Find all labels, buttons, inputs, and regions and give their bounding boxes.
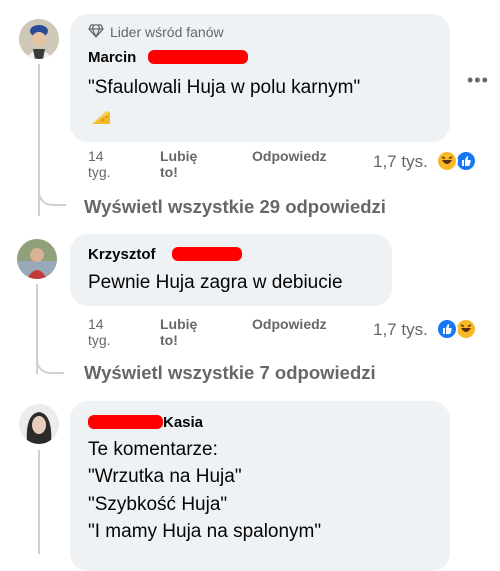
comment-line: "Szybkość Huja"	[88, 494, 228, 515]
like-icon	[436, 318, 458, 340]
comment-author[interactable]: Kasia	[163, 414, 203, 431]
view-replies-link[interactable]: Wyświetl wszystkie 7 odpowiedzi	[84, 362, 376, 384]
avatar-krzysztof[interactable]	[17, 239, 57, 279]
comment-time[interactable]: 14 tyg.	[88, 316, 118, 348]
reactions-count[interactable]: 1,7 tys.	[373, 320, 428, 340]
redaction-mark	[88, 415, 163, 429]
comment-text: Pewnie Huja zagra w debiucie	[88, 272, 343, 293]
fan-badge-icon	[88, 23, 104, 44]
like-icon	[455, 150, 477, 172]
avatar-marcin-image	[19, 19, 59, 59]
haha-icon	[455, 318, 477, 340]
thread-connector	[38, 180, 66, 206]
avatar-kasia[interactable]	[19, 404, 59, 444]
comment-time[interactable]: 14 tyg.	[88, 148, 118, 180]
redaction-mark	[148, 50, 248, 64]
thread-connector	[36, 348, 64, 374]
comment-author[interactable]: Krzysztof	[88, 246, 156, 263]
thread-line	[38, 450, 40, 554]
avatar-krzysztof-image	[17, 239, 57, 279]
avatar-kasia-image	[19, 404, 59, 444]
comment-line: "Wrzutka na Huja"	[88, 466, 242, 487]
reply-button[interactable]: Odpowiedz	[252, 316, 352, 332]
comment-line: Te komentarze:	[88, 439, 218, 460]
cheese-emoji-icon	[90, 108, 112, 133]
fan-badge-label: Lider wśród fanów	[110, 24, 224, 40]
comment-text: "Sfaulowali Huja w polu karnym"	[88, 77, 361, 98]
more-options-icon[interactable]: •••	[467, 70, 489, 91]
like-button[interactable]: Lubię to!	[160, 148, 202, 180]
redaction-mark	[172, 247, 242, 261]
reply-button[interactable]: Odpowiedz	[252, 148, 352, 164]
like-button[interactable]: Lubię to!	[160, 316, 202, 348]
comment-line: "I mamy Huja na spalonym"	[88, 521, 322, 542]
reactions-count[interactable]: 1,7 tys.	[373, 152, 428, 172]
comment-bubble	[70, 234, 392, 306]
avatar-marcin[interactable]	[19, 19, 59, 59]
haha-icon	[436, 150, 458, 172]
comment-author[interactable]: Marcin	[88, 49, 136, 66]
view-replies-link[interactable]: Wyświetl wszystkie 29 odpowiedzi	[84, 196, 386, 218]
